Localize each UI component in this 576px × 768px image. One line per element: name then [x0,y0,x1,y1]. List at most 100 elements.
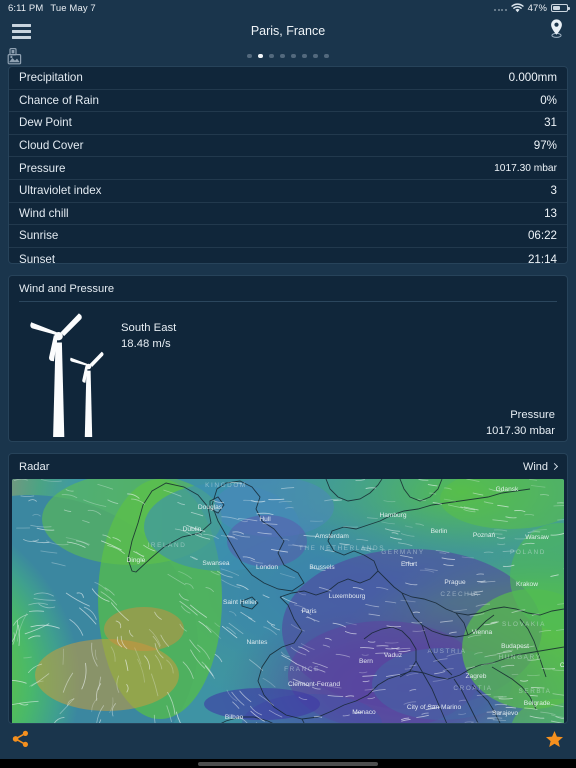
wind-readout: South East 18.48 m/s [121,320,176,353]
map-label: Cluj-N [560,662,564,669]
wind-speed: 18.48 m/s [121,338,171,351]
wind-card-body: South East 18.48 m/s Pressure 1017.30 mb… [9,302,567,441]
battery-icon [551,3,570,13]
radar-layer-link[interactable]: Wind [522,460,559,473]
map-label: IRELAND [148,542,187,549]
map-label: Zagreb [466,673,487,680]
radar-map[interactable]: KINGDOM Douglas Hull Dublin IRELAND Dingle Swa… [12,478,564,723]
detail-row: Cloud Cover 97% [9,135,567,158]
detail-row: Chance of Rain 0% [9,90,567,113]
detail-value: 97% [533,139,557,153]
radar-card-title: Radar [19,460,50,473]
radar-card: Radar Wind KINGDOM Douglas Hull Dublin I… [8,452,568,724]
page-dot[interactable] [302,53,307,59]
map-label: Budapest [501,643,529,650]
map-label: SERBIA [518,688,551,695]
page-dot[interactable] [247,53,252,59]
wind-and-pressure-card: Wind and Pressure South East 18.48 m/s P… [8,275,568,442]
detail-row: Sunset 21:14 [9,248,567,264]
location-pin-icon[interactable] [549,18,564,44]
wind-direction: South East [121,322,177,335]
radar-layer-label: Wind [522,460,548,473]
hamburger-menu-icon[interactable] [12,23,31,39]
map-label: Hamburg [379,512,406,519]
wifi-icon [511,3,524,13]
wind-streamline [498,698,513,700]
map-label: Brussels [309,564,335,571]
detail-label: Sunrise [19,229,59,243]
map-label: Belgrade [524,700,551,707]
map-label: CROATIA [453,685,492,692]
map-label: City of San Marino [407,704,462,711]
detail-value: 21:14 [527,252,557,265]
map-label: Hull [259,516,271,523]
detail-value: 0% [540,93,557,107]
map-label: Dublin [183,526,202,533]
detail-label: Sunset [19,252,56,265]
map-label: Prague [444,579,466,586]
map-label: THE NETHERLANDS [299,545,385,552]
map-label: AUSTRIA [428,648,467,655]
image-thumbnail-icon[interactable] [7,47,27,65]
map-label: CZECHIA [440,591,479,598]
scroll-content: Precipitation 0.000mm Chance of Rain 0% Dew … [0,66,576,724]
map-label: Erfurt [401,561,417,568]
weather-details-card: Precipitation 0.000mm Chance of Rain 0% Dew … [8,66,568,265]
page-dot[interactable] [258,53,263,59]
map-label: Krakow [516,581,538,588]
pressure-readout: Pressure 1017.30 mbar [486,407,555,439]
wind-streamline [268,498,285,501]
detail-label: Chance of Rain [19,93,99,107]
home-indicator[interactable] [198,761,378,766]
star-favorite-icon[interactable] [545,730,564,754]
map-label: GERMANY [381,549,425,556]
page-title: Paris, France [250,24,326,38]
detail-value: 31 [544,116,557,130]
pressure-label: Pressure [510,408,555,421]
status-bar-date: Tue May 7 [50,2,96,14]
page-dot[interactable] [291,53,296,59]
pager-row [0,46,576,66]
share-icon[interactable] [12,730,30,753]
map-label: Gdansk [496,486,519,493]
map-label: Poznań [473,532,496,539]
map-label: Warsaw [525,534,549,541]
map-label: Swansea [202,560,229,567]
detail-row: Dew Point 31 [9,112,567,135]
navigation-bar: Paris, France [0,16,576,46]
status-bar: 6:11 PM Tue May 7 47% [0,0,576,16]
detail-row: Sunrise 06:22 [9,225,567,248]
detail-value: 1017.30 mbar [494,162,557,174]
page-dot[interactable] [324,53,329,59]
map-label: Amsterdam [315,533,349,540]
detail-row: Ultraviolet index 3 [9,180,567,203]
map-label: FRANCE [284,666,320,673]
page-dot[interactable] [313,53,318,59]
map-label: SLOVAKIA [502,621,546,628]
detail-value: 3 [550,184,557,198]
map-label: Douglas [198,504,223,511]
map-label: Bilbao [225,714,244,721]
map-label: HUNGARY [498,654,541,661]
page-indicator-dots [0,46,576,66]
wind-streamline [529,694,538,697]
detail-row: Pressure 1017.30 mbar [9,157,567,180]
page-dot[interactable] [269,53,274,59]
radar-card-header: Radar Wind [9,454,567,479]
map-label: Clermont-Ferrand [288,681,340,688]
detail-label: Pressure [19,161,66,175]
detail-label: Cloud Cover [19,139,84,153]
battery-percent-label: 47% [527,2,547,14]
pressure-value: 1017.30 mbar [485,424,555,437]
map-label: Nantes [247,639,269,646]
wind-streamline [497,543,506,545]
detail-value: 13 [544,206,557,220]
map-label: Berlin [431,528,448,535]
weather-app: 6:11 PM Tue May 7 47% Paris, France Prec… [0,0,576,768]
chevron-right-icon [550,463,559,471]
map-label: Bern [359,658,373,665]
detail-label: Ultraviolet index [19,184,102,198]
signal-dots-icon [494,5,507,11]
page-dot[interactable] [280,53,285,59]
map-label: Vienna [472,629,493,636]
